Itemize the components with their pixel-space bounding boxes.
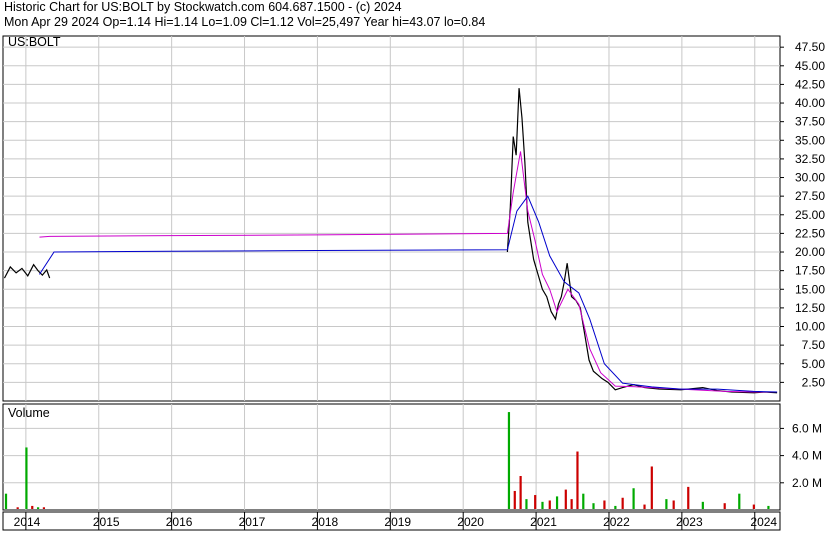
price-y-tick-label: 12.50 — [795, 301, 825, 315]
price-y-tick-label: 7.50 — [802, 338, 826, 352]
x-axis-year-label: 2020 — [457, 515, 484, 529]
price-y-tick-label: 10.00 — [795, 320, 825, 334]
price-y-tick-label: 40.00 — [795, 96, 825, 110]
volume-panel: 6.0 M 4.0 M 2.0 M Volume — [2, 403, 822, 511]
volume-bar — [564, 489, 567, 509]
x-axis-year-label: 2023 — [676, 515, 703, 529]
volume-bar — [4, 493, 8, 509]
price-y-tick-label: 22.50 — [795, 226, 825, 240]
price-panel: 47.50 45.00 42.50 40.00 37.50 35.00 32.50 30.00… — [2, 35, 826, 402]
volume-bar — [614, 505, 617, 509]
x-axis-year-label: 2014 — [14, 515, 41, 529]
x-axis-year-label: 2016 — [166, 515, 193, 529]
volume-bar — [701, 501, 704, 509]
x-axis-year-label: 2018 — [312, 515, 339, 529]
x-axis-year-label: 2022 — [603, 515, 630, 529]
stock-chart: 47.50 45.00 42.50 40.00 37.50 35.00 32.50 30.00… — [2, 35, 826, 531]
x-axis-year-label: 2024 — [750, 515, 777, 529]
price-y-tick-label: 47.50 — [795, 40, 825, 54]
volume-bar — [592, 503, 595, 509]
volume-bar — [25, 447, 28, 509]
price-y-tick-label: 20.00 — [795, 245, 825, 259]
volume-y-tick-label: 6.0 M — [792, 421, 822, 435]
volume-bar — [541, 501, 544, 509]
volume-bar — [643, 504, 646, 509]
price-plot-area — [2, 35, 781, 402]
volume-y-tick-label: 4.0 M — [792, 449, 822, 463]
volume-plot-area — [2, 403, 781, 511]
volume-bar — [525, 499, 528, 509]
price-y-tick-label: 30.00 — [795, 171, 825, 185]
volume-bar — [513, 490, 516, 509]
volume-bar — [632, 488, 635, 509]
volume-bar — [519, 476, 522, 509]
x-axis-year-label: 2021 — [530, 515, 557, 529]
volume-bar — [621, 497, 624, 509]
volume-bar — [576, 451, 579, 509]
x-axis-year-label: 2015 — [93, 515, 120, 529]
volume-bar — [650, 466, 653, 509]
volume-bar — [582, 493, 585, 509]
x-axis-year-label: 2019 — [384, 515, 411, 529]
volume-panel-title: Volume — [8, 406, 50, 420]
volume-bar — [555, 496, 559, 509]
x-axis-year-label: 2017 — [239, 515, 266, 529]
volume-bar — [534, 495, 537, 509]
volume-bar — [507, 412, 511, 509]
price-y-tick-label: 32.50 — [795, 152, 825, 166]
price-panel-title: US:BOLT — [8, 35, 61, 49]
price-y-tick-label: 35.00 — [795, 133, 825, 147]
volume-y-tick-label: 2.0 M — [792, 476, 822, 490]
volume-bar — [738, 493, 741, 509]
volume-bar — [36, 507, 40, 509]
price-y-tick-label: 42.50 — [795, 77, 825, 91]
price-y-tick-label: 25.00 — [795, 208, 825, 222]
volume-bar — [548, 500, 551, 509]
volume-bar — [767, 505, 770, 509]
volume-bar — [603, 500, 606, 509]
volume-bar — [665, 499, 668, 509]
price-y-tick-label: 15.00 — [795, 282, 825, 296]
volume-bar — [752, 504, 755, 509]
price-y-tick-label: 17.50 — [795, 264, 825, 278]
volume-bar — [672, 500, 675, 509]
price-y-tick-label: 5.00 — [802, 357, 826, 371]
volume-bar — [687, 486, 690, 509]
volume-bar — [16, 507, 19, 509]
price-y-tick-label: 37.50 — [795, 115, 825, 129]
price-y-tick-label: 2.50 — [802, 375, 826, 389]
x-axis-panel: 2014 2015 2016 2017 2018 2019 2020 2021 2022 2023… — [2, 511, 781, 531]
volume-bar — [723, 503, 726, 509]
volume-bar — [570, 499, 573, 509]
price-y-tick-label: 27.50 — [795, 189, 825, 203]
volume-bar — [31, 505, 34, 509]
price-y-tick-label: 45.00 — [795, 59, 825, 73]
volume-bar — [42, 507, 46, 509]
